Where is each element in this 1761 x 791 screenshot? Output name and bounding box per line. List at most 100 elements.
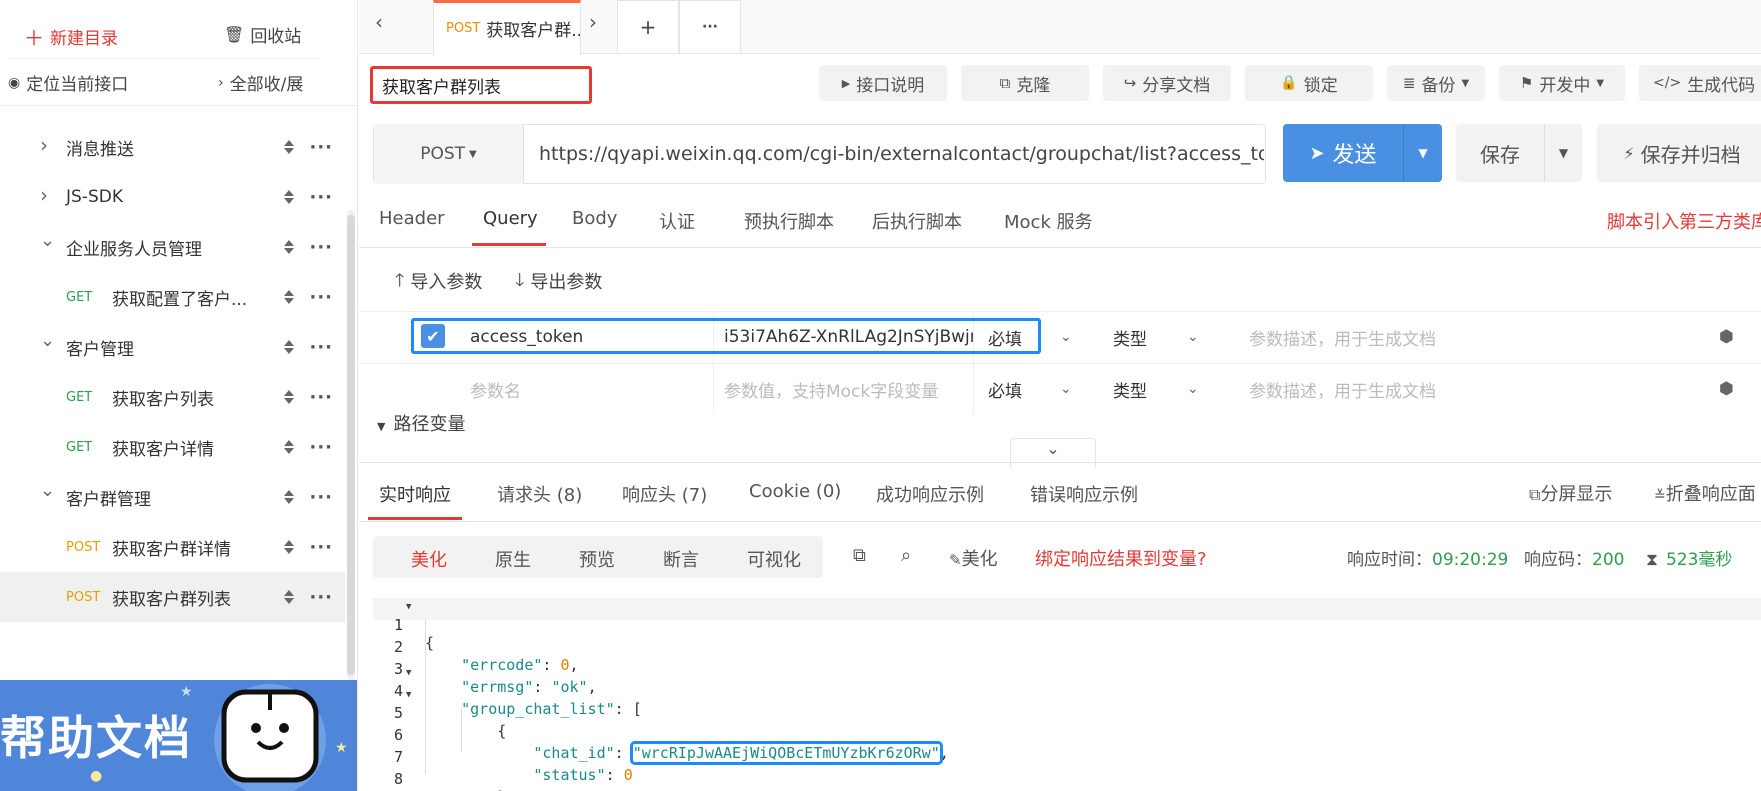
collapse-response-button[interactable]: ≚折叠响应面: [1654, 480, 1756, 506]
generate-code-button[interactable]: </> 生成代码: [1639, 65, 1761, 101]
more-icon[interactable]: ···: [309, 437, 333, 458]
tree-api-item[interactable]: GET 获取配置了客户... ···: [0, 272, 345, 322]
locate-current-button[interactable]: ◉ 定位当前接口: [8, 70, 128, 96]
more-icon[interactable]: ···: [309, 337, 333, 358]
response-tab[interactable]: Cookie (0): [749, 481, 841, 502]
tab-scroll-right-icon[interactable]: ›: [589, 10, 597, 34]
tree-api-item[interactable]: GET 获取客户列表 ···: [0, 372, 345, 422]
drag-sort-icon[interactable]: [283, 588, 295, 606]
tree-folder[interactable]: ⌄ 客户管理 ···: [0, 322, 345, 372]
drag-sort-icon[interactable]: [283, 188, 295, 206]
tree-folder[interactable]: › JS-SDK ···: [0, 172, 345, 222]
recycle-bin-button[interactable]: 🗑 回收站: [224, 22, 301, 47]
import-params-button[interactable]: 🡑 导入参数: [395, 268, 482, 298]
drag-sort-icon[interactable]: [283, 338, 295, 356]
chevron-right-icon[interactable]: ›: [40, 133, 48, 157]
response-view-option[interactable]: 原生: [495, 546, 531, 572]
share-doc-button[interactable]: ↪ 分享文档: [1103, 65, 1231, 101]
sidebar-scrollbar-thumb[interactable]: [347, 215, 355, 675]
param-desc-input[interactable]: 参数描述，用于生成文档: [1249, 312, 1549, 362]
fold-icon[interactable]: ▼: [406, 668, 411, 678]
cube-icon[interactable]: ⬢: [1719, 364, 1749, 414]
tab-get-group-chat-list[interactable]: POST 获取客户群...: [433, 0, 581, 55]
api-doc-button[interactable]: ▶ 接口说明: [819, 65, 947, 101]
drag-sort-icon[interactable]: [283, 488, 295, 506]
drag-sort-icon[interactable]: [283, 238, 295, 256]
chevron-down-icon[interactable]: ⌄: [40, 330, 55, 351]
drag-sort-icon[interactable]: [283, 538, 295, 556]
api-name-input[interactable]: 获取客户群列表: [370, 66, 592, 104]
chevron-right-icon[interactable]: ›: [40, 183, 48, 207]
request-tab[interactable]: 预执行脚本: [744, 208, 834, 234]
fold-icon[interactable]: ▼: [406, 690, 411, 700]
param-desc-input[interactable]: 参数描述，用于生成文档: [1249, 364, 1549, 414]
tree-folder[interactable]: ⌄ 企业服务人员管理 ···: [0, 222, 345, 272]
tab-scroll-left-icon[interactable]: ‹: [375, 10, 383, 34]
help-docs-banner[interactable]: 帮助文档 ★ ★ ●: [0, 680, 357, 791]
lock-button[interactable]: 🔒 锁定: [1245, 65, 1373, 101]
copy-icon[interactable]: ⧉: [853, 545, 866, 566]
new-folder-button[interactable]: ＋ 新建目录: [24, 22, 118, 51]
clone-button[interactable]: ⧉ 克隆: [961, 65, 1089, 101]
more-icon[interactable]: ···: [309, 187, 333, 208]
third-party-library-link[interactable]: 脚本引入第三方类库: [1607, 208, 1761, 234]
drag-sort-icon[interactable]: [283, 438, 295, 456]
drag-sort-icon[interactable]: [283, 388, 295, 406]
tree-api-item[interactable]: POST 获取客户群列表 ···: [0, 572, 345, 622]
request-tab[interactable]: Mock 服务: [1004, 208, 1093, 234]
type-select[interactable]: 类型 ⌄: [1103, 364, 1233, 414]
drag-sort-icon[interactable]: [283, 138, 295, 156]
response-tab[interactable]: 错误响应示例: [1030, 481, 1138, 507]
url-input[interactable]: https://qyapi.weixin.qq.com/cgi-bin/exte…: [524, 143, 1264, 165]
search-icon[interactable]: ⌕: [901, 545, 911, 566]
bind-response-link[interactable]: 绑定响应结果到变量?: [1035, 545, 1207, 571]
request-tab[interactable]: Query: [483, 208, 538, 229]
response-view-option[interactable]: 可视化: [747, 546, 801, 572]
param-name-input[interactable]: 参数名: [470, 364, 700, 414]
tree-api-item[interactable]: POST 获取客户群详情 ···: [0, 522, 345, 572]
response-view-option[interactable]: 美化: [411, 546, 447, 572]
more-icon[interactable]: ···: [309, 287, 333, 308]
type-select[interactable]: 类型 ⌄: [1103, 312, 1233, 362]
request-tab[interactable]: 后执行脚本: [872, 208, 962, 234]
tree-api-item[interactable]: GET 获取客户详情 ···: [0, 422, 345, 472]
param-value-input[interactable]: 参数值，支持Mock字段变量: [713, 364, 973, 414]
request-tab[interactable]: 认证: [659, 208, 695, 234]
chevron-down-icon[interactable]: ⌄: [40, 230, 55, 251]
beautify-button[interactable]: ✎美化: [949, 545, 998, 571]
more-icon[interactable]: ···: [309, 387, 333, 408]
env-select[interactable]: ⚑ 开发中 ▼: [1499, 65, 1625, 101]
response-tab[interactable]: 请求头 (8): [497, 481, 582, 507]
response-view-option[interactable]: 断言: [663, 546, 699, 572]
export-params-button[interactable]: 🡓 导出参数: [515, 268, 602, 298]
response-tab[interactable]: 实时响应: [379, 481, 451, 507]
add-tab-button[interactable]: +: [617, 0, 679, 54]
request-tab[interactable]: Body: [572, 208, 617, 229]
save-archive-button[interactable]: ⚡ 保存并归档: [1597, 124, 1761, 182]
request-tab[interactable]: Header: [379, 208, 445, 229]
send-button[interactable]: ➤ 发送: [1283, 137, 1403, 169]
more-icon[interactable]: ···: [309, 537, 333, 558]
path-variables-toggle[interactable]: ▼ 路径变量: [377, 410, 465, 436]
save-button[interactable]: 保存: [1456, 139, 1544, 168]
more-icon[interactable]: ···: [309, 487, 333, 508]
send-dropdown-icon[interactable]: ▼: [1403, 124, 1442, 182]
method-select[interactable]: POST ▼: [374, 124, 524, 184]
cube-icon[interactable]: ⬢: [1719, 312, 1749, 362]
response-tab[interactable]: 响应头 (7): [622, 481, 707, 507]
split-view-button[interactable]: ⧉分屏显示: [1529, 480, 1612, 506]
response-tab[interactable]: 成功响应示例: [876, 481, 984, 507]
toggle-all-button[interactable]: › 全部收/展: [218, 70, 303, 96]
tree-folder[interactable]: › 消息推送 ···: [0, 122, 345, 172]
response-view-option[interactable]: 预览: [579, 546, 615, 572]
save-dropdown-icon[interactable]: ▼: [1544, 124, 1582, 182]
param-enabled-checkbox[interactable]: ✔: [421, 324, 445, 348]
more-icon[interactable]: ···: [309, 137, 333, 158]
fold-icon[interactable]: ▼: [406, 602, 411, 612]
more-icon[interactable]: ···: [309, 587, 333, 608]
drag-sort-icon[interactable]: [283, 288, 295, 306]
response-body[interactable]: 1 ▼ { 2 "errcode": 0, 3 "errmsg": "ok", 4…: [373, 598, 1761, 791]
tab-more-button[interactable]: ···: [679, 0, 741, 54]
tree-folder[interactable]: ⌄ 客户群管理 ···: [0, 472, 345, 522]
backup-button[interactable]: ≣ 备份 ▼: [1387, 65, 1485, 101]
